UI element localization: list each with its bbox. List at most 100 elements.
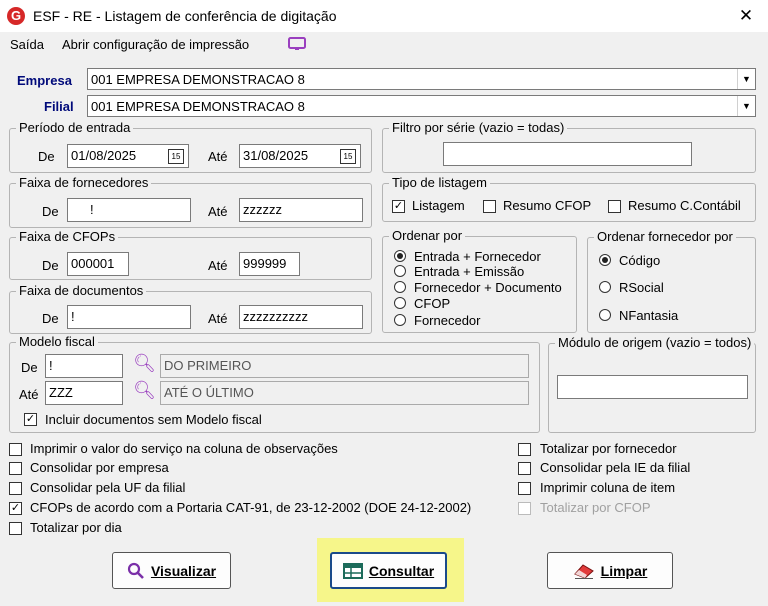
serie-input[interactable] xyxy=(443,142,692,166)
tipo-title: Tipo de listagem xyxy=(389,175,490,190)
menu-abrir-configuracao[interactable]: Abrir configuração de impressão xyxy=(62,37,249,52)
ordenar-label-4: CFOP xyxy=(414,296,451,311)
periodo-de-label: De xyxy=(38,149,55,164)
totalizar-dia-checkbox[interactable] xyxy=(9,522,22,535)
window-title: ESF - RE - Listagem de conferência de di… xyxy=(33,8,337,24)
cfops-de-label: De xyxy=(42,258,59,273)
ordforn-label-3: NFantasia xyxy=(619,308,679,323)
ordenar-radio-3[interactable] xyxy=(394,281,406,293)
imprimir-item-label: Imprimir coluna de item xyxy=(540,480,676,495)
cfops-cat91-label: CFOPs de acordo com a Portaria CAT-91, d… xyxy=(30,500,472,515)
modelo-de-label: De xyxy=(21,360,38,375)
totalizar-fornecedor-label: Totalizar por fornecedor xyxy=(540,441,677,456)
limpar-button[interactable]: Limpar xyxy=(547,552,673,589)
documentos-ate-input[interactable]: zzzzzzzzzz xyxy=(239,305,363,329)
consolidar-ie-label: Consolidar pela IE da filial xyxy=(540,460,691,475)
documentos-de-input[interactable]: ! xyxy=(67,305,191,329)
imprimir-servico-label: Imprimir o valor do serviço na coluna de… xyxy=(30,441,338,456)
ordenar-radio-1[interactable] xyxy=(394,250,406,262)
consolidar-uf-label: Consolidar pela UF da filial xyxy=(30,480,186,495)
totalizar-fornecedor-checkbox[interactable] xyxy=(518,443,531,456)
cfops-group: Faixa de CFOPs xyxy=(9,229,372,280)
serie-title: Filtro por série (vazio = todas) xyxy=(389,120,568,135)
monitor-icon[interactable] xyxy=(288,37,306,52)
periodo-de-input[interactable]: 01/08/2025 15 xyxy=(67,144,189,168)
close-icon[interactable]: ✕ xyxy=(732,4,760,28)
table-icon xyxy=(342,562,363,579)
fornecedores-ate-label: Até xyxy=(208,204,228,219)
ordforn-radio-3[interactable] xyxy=(599,309,611,321)
listagem-checkbox[interactable]: ✓ xyxy=(392,200,405,213)
calendar-icon[interactable]: 15 xyxy=(340,149,356,164)
modelo-ate-input[interactable]: ZZZ xyxy=(45,381,123,405)
consolidar-uf-checkbox[interactable] xyxy=(9,482,22,495)
ordforn-title: Ordenar fornecedor por xyxy=(594,229,736,244)
ordforn-label-1: Código xyxy=(619,253,661,268)
cfops-ate-label: Até xyxy=(208,258,228,273)
cfops-title: Faixa de CFOPs xyxy=(16,229,119,244)
chevron-down-icon[interactable]: ▼ xyxy=(737,96,755,116)
documentos-title: Faixa de documentos xyxy=(16,283,147,298)
consultar-button[interactable]: Consultar xyxy=(330,552,447,589)
modelo-ate-label: Até xyxy=(19,387,39,402)
modelo-de-input[interactable]: ! xyxy=(45,354,123,378)
ordenar-radio-4[interactable] xyxy=(394,297,406,309)
totalizar-cfop-checkbox xyxy=(518,502,531,515)
ordenar-label-3: Fornecedor + Documento xyxy=(414,280,562,295)
resumo-contabil-label: Resumo C.Contábil xyxy=(628,198,741,213)
filial-label: Filial xyxy=(44,99,74,114)
resumo-contabil-checkbox[interactable] xyxy=(608,200,621,213)
ordforn-radio-2[interactable] xyxy=(599,281,611,293)
fornecedores-de-label: De xyxy=(42,204,59,219)
ordforn-label-2: RSocial xyxy=(619,280,664,295)
fornecedores-de-input[interactable]: ! xyxy=(67,198,191,222)
menu-saida[interactable]: Saída xyxy=(10,37,44,52)
ordenar-label-2: Entrada + Emissão xyxy=(414,264,525,279)
periodo-title: Período de entrada xyxy=(16,120,134,135)
consolidar-ie-checkbox[interactable] xyxy=(518,462,531,475)
resumo-cfop-checkbox[interactable] xyxy=(483,200,496,213)
visualizar-button[interactable]: Visualizar xyxy=(112,552,231,589)
modelo-title: Modelo fiscal xyxy=(16,334,98,349)
periodo-ate-label: Até xyxy=(208,149,228,164)
search-icon[interactable]: 🔍︎ xyxy=(133,380,156,401)
ordenar-label-5: Fornecedor xyxy=(414,313,481,328)
ordenar-radio-2[interactable] xyxy=(394,265,406,277)
documentos-ate-label: Até xyxy=(208,311,228,326)
app-logo-icon: G xyxy=(7,7,25,25)
periodo-de-value: 01/08/2025 xyxy=(71,148,137,163)
fornecedores-title: Faixa de fornecedores xyxy=(16,175,152,190)
visualizar-label: Visualizar xyxy=(150,562,217,579)
ordenar-radio-5[interactable] xyxy=(394,314,406,326)
origem-input[interactable] xyxy=(557,375,748,399)
empresa-value: 001 EMPRESA DEMONSTRACAO 8 xyxy=(91,72,305,87)
ordenar-title: Ordenar por xyxy=(389,228,466,243)
filial-select[interactable]: 001 EMPRESA DEMONSTRACAO 8 ▼ xyxy=(87,95,756,117)
chevron-down-icon[interactable]: ▼ xyxy=(737,69,755,89)
periodo-ate-input[interactable]: 31/08/2025 15 xyxy=(239,144,361,168)
modelo-ate-desc: ATÉ O ÚLTIMO xyxy=(160,381,529,405)
origem-title: Módulo de origem (vazio = todos) xyxy=(555,335,755,350)
imprimir-servico-checkbox[interactable] xyxy=(9,443,22,456)
consultar-label: Consultar xyxy=(368,562,435,579)
totalizar-cfop-label: Totalizar por CFOP xyxy=(540,500,651,515)
empresa-select[interactable]: 001 EMPRESA DEMONSTRACAO 8 ▼ xyxy=(87,68,756,90)
search-icon xyxy=(127,562,144,579)
totalizar-dia-label: Totalizar por dia xyxy=(30,520,122,535)
search-icon[interactable]: 🔍︎ xyxy=(133,353,156,374)
incluir-sem-modelo-checkbox[interactable]: ✓ xyxy=(24,413,37,426)
consolidar-empresa-label: Consolidar por empresa xyxy=(30,460,169,475)
cfops-ate-input[interactable]: 999999 xyxy=(239,252,300,276)
empresa-label: Empresa xyxy=(17,73,72,88)
ordenar-label-1: Entrada + Fornecedor xyxy=(414,249,541,264)
limpar-label: Limpar xyxy=(600,562,648,579)
documentos-de-label: De xyxy=(42,311,59,326)
consolidar-empresa-checkbox[interactable] xyxy=(9,462,22,475)
fornecedores-ate-input[interactable]: zzzzzz xyxy=(239,198,363,222)
ordforn-radio-1[interactable] xyxy=(599,254,611,266)
imprimir-item-checkbox[interactable] xyxy=(518,482,531,495)
cfops-cat91-checkbox[interactable]: ✓ xyxy=(9,502,22,515)
cfops-de-input[interactable]: 000001 xyxy=(67,252,129,276)
calendar-icon[interactable]: 15 xyxy=(168,149,184,164)
incluir-sem-modelo-label: Incluir documentos sem Modelo fiscal xyxy=(45,412,262,427)
